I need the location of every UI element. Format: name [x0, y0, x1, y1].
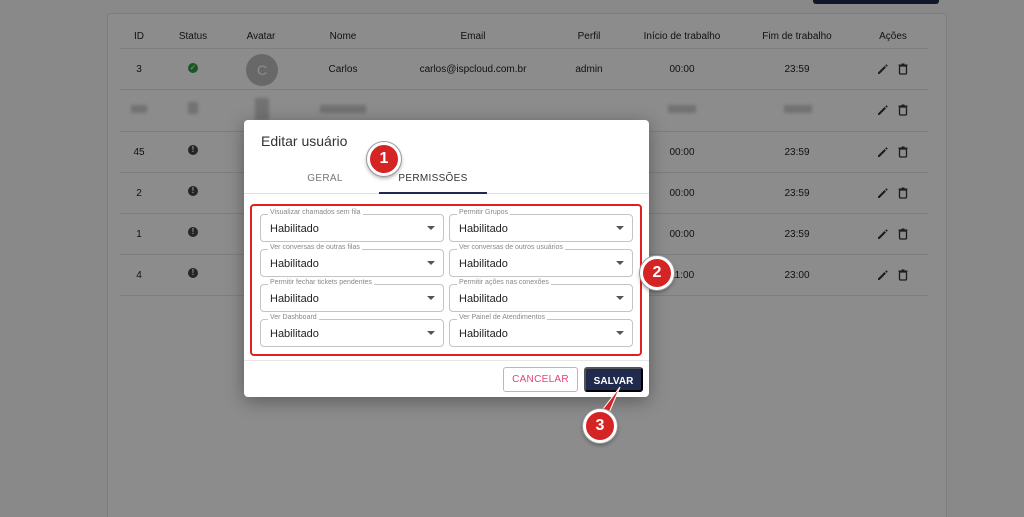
field-label: Permitir fechar tickets pendentes: [268, 279, 374, 286]
tab-permissoes[interactable]: PERMISSÕES: [398, 173, 467, 184]
field-label: Permitir ações nas conexões: [457, 279, 551, 286]
select-permitir-acoes-conexoes[interactable]: Permitir ações nas conexões Habilitado: [449, 279, 633, 312]
field-label: Ver Dashboard: [268, 314, 319, 321]
cancel-button[interactable]: CANCELAR: [503, 367, 578, 392]
field-value: Habilitado: [270, 293, 319, 305]
field-value: Habilitado: [459, 293, 508, 305]
dialog-divider: [244, 360, 649, 361]
field-value: Habilitado: [459, 328, 508, 340]
caret-down-icon: [616, 261, 624, 265]
edit-user-dialog: Editar usuário GERAL PERMISSÕES Visualiz…: [244, 120, 649, 397]
select-permitir-grupos[interactable]: Permitir Grupos Habilitado: [449, 209, 633, 242]
field-value: Habilitado: [459, 223, 508, 235]
active-tab-indicator: [379, 192, 487, 194]
caret-down-icon: [616, 296, 624, 300]
select-ver-painel-atendimentos[interactable]: Ver Painel de Atendimentos Habilitado: [449, 314, 633, 347]
select-ver-dashboard[interactable]: Ver Dashboard Habilitado: [260, 314, 444, 347]
field-label: Ver conversas de outros usuários: [457, 244, 565, 251]
field-value: Habilitado: [270, 223, 319, 235]
tab-geral[interactable]: GERAL: [307, 173, 342, 184]
step-callout-2: 2: [640, 256, 674, 290]
caret-down-icon: [427, 331, 435, 335]
select-permitir-fechar-tickets-pendentes[interactable]: Permitir fechar tickets pendentes Habili…: [260, 279, 444, 312]
field-value: Habilitado: [459, 258, 508, 270]
step-callout-1: 1: [367, 142, 401, 176]
field-label: Permitir Grupos: [457, 209, 511, 216]
dialog-title: Editar usuário: [261, 133, 348, 149]
step-callout-3: 3: [583, 409, 617, 443]
field-label: Visualizar chamados sem fila: [268, 209, 363, 216]
field-label: Ver Painel de Atendimentos: [457, 314, 548, 321]
select-ver-conversas-outras-filas[interactable]: Ver conversas de outras filas Habilitado: [260, 244, 444, 277]
select-ver-conversas-outros-usuarios[interactable]: Ver conversas de outros usuários Habilit…: [449, 244, 633, 277]
caret-down-icon: [427, 261, 435, 265]
tab-bar: GERAL PERMISSÕES: [244, 164, 649, 194]
caret-down-icon: [427, 226, 435, 230]
field-value: Habilitado: [270, 328, 319, 340]
select-visualizar-chamados-sem-fila[interactable]: Visualizar chamados sem fila Habilitado: [260, 209, 444, 242]
caret-down-icon: [616, 331, 624, 335]
caret-down-icon: [616, 226, 624, 230]
caret-down-icon: [427, 296, 435, 300]
field-value: Habilitado: [270, 258, 319, 270]
field-label: Ver conversas de outras filas: [268, 244, 362, 251]
